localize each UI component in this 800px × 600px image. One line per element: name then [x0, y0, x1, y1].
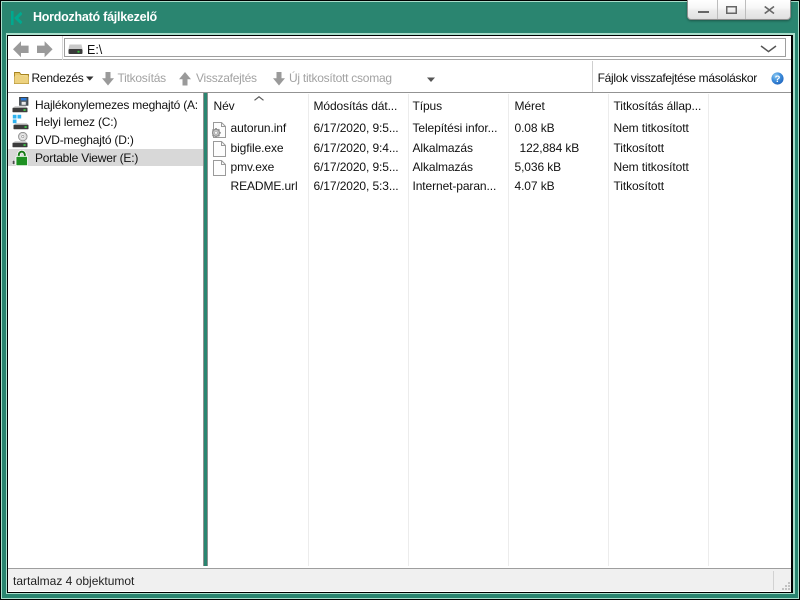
- svg-text:?: ?: [774, 73, 780, 84]
